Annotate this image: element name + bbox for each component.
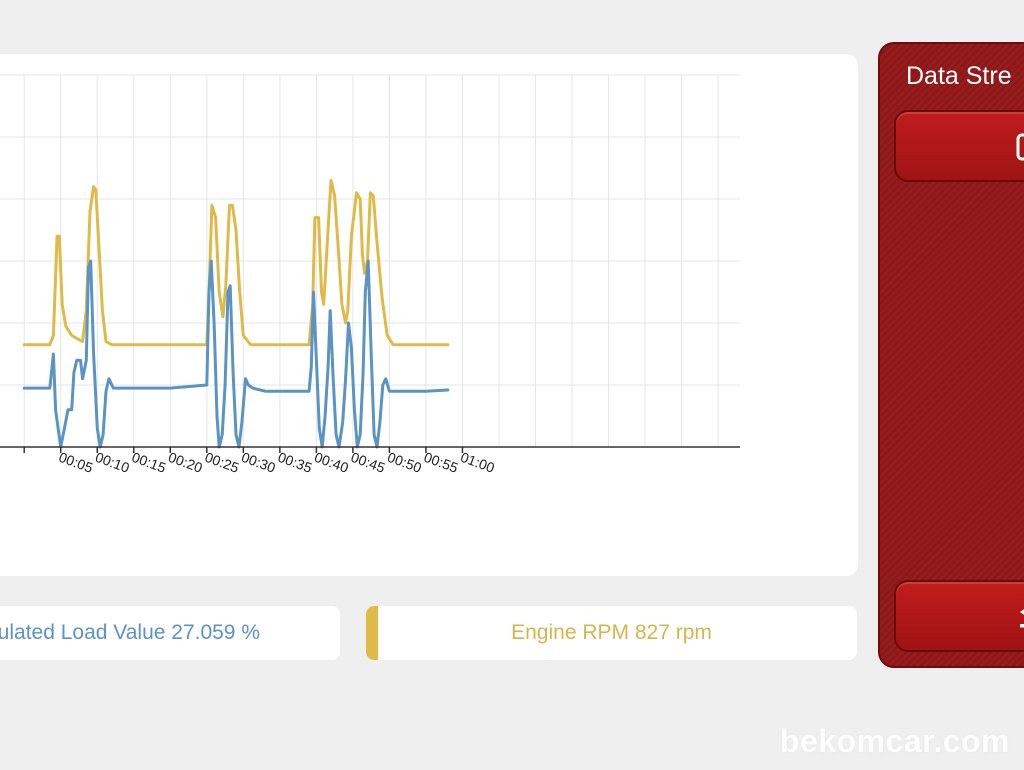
watermark: bekomcar.com <box>779 723 1010 759</box>
legend-load-label: ulated Load Value 27.059 % <box>0 621 260 644</box>
x-tick-label: 00:30 <box>239 449 278 476</box>
x-tick-label: 00:25 <box>203 449 242 476</box>
x-tick-label: 00:05 <box>57 449 96 476</box>
x-tick-label: 00:20 <box>166 449 205 476</box>
back-button[interactable] <box>894 580 1024 652</box>
legend-rpm-label: Engine RPM 827 rpm <box>511 621 712 644</box>
x-tick-label: 01:00 <box>458 449 497 476</box>
graph-view-button[interactable] <box>894 110 1024 182</box>
chart-series <box>22 178 450 449</box>
legend-calculated-load[interactable]: ulated Load Value 27.059 % <box>0 606 340 660</box>
data-stream-chart: 00:0500:1000:1500:2000:2500:3000:3500:40… <box>0 74 740 476</box>
x-tick-label: 00:55 <box>422 449 461 476</box>
x-tick-label: 00:35 <box>276 449 315 476</box>
panel-title: Data Stre <box>906 62 1012 90</box>
chart-x-axis: 00:0500:1000:1500:2000:2500:3000:3500:40… <box>0 446 740 476</box>
chart-grid <box>0 74 740 448</box>
series-line-1 <box>22 259 450 449</box>
x-tick-label: 00:15 <box>130 449 169 476</box>
back-arrow-icon <box>1020 609 1024 628</box>
graph-view-icon <box>1016 133 1024 161</box>
legend-engine-rpm[interactable]: Engine RPM 827 rpm <box>366 606 857 660</box>
x-tick-label: 00:50 <box>385 449 424 476</box>
x-tick-label: 00:10 <box>93 449 132 476</box>
x-tick-label: 00:45 <box>349 449 388 476</box>
data-stream-panel: Data Stre <box>878 42 1024 668</box>
x-tick-label: 00:40 <box>312 449 351 476</box>
legend-rpm-accent <box>366 606 378 660</box>
